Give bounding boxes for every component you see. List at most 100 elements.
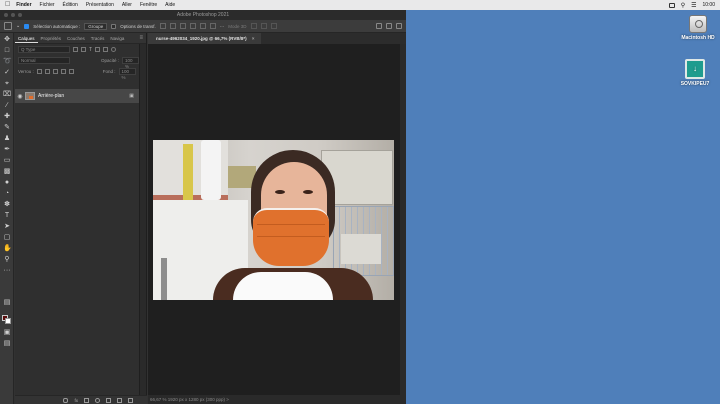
quick-mask-icon[interactable]: ▣ bbox=[3, 329, 11, 337]
auto-select-dropdown[interactable]: Groupe bbox=[84, 22, 108, 30]
close-button[interactable] bbox=[4, 13, 8, 17]
move-tool-icon[interactable]: ✥ bbox=[3, 36, 11, 44]
3d-pan-icon[interactable] bbox=[270, 23, 277, 29]
clone-stamp-tool-icon[interactable]: ♟ bbox=[3, 135, 11, 143]
type-tool-icon[interactable]: T bbox=[3, 212, 11, 220]
lock-transparent-icon[interactable] bbox=[36, 69, 42, 74]
search-icon[interactable]: ⚲ bbox=[681, 2, 685, 9]
marquee-tool-icon[interactable]: □ bbox=[3, 47, 11, 55]
menu-finder[interactable]: Finder bbox=[16, 2, 31, 8]
tab-calques[interactable]: Calques bbox=[15, 34, 38, 43]
new-layer-icon[interactable] bbox=[117, 397, 122, 403]
new-group-icon[interactable] bbox=[106, 397, 111, 403]
eraser-tool-icon[interactable]: ▭ bbox=[3, 157, 11, 165]
brush-tool-icon[interactable]: ✎ bbox=[3, 124, 11, 132]
gradient-tool-icon[interactable]: ▩ bbox=[3, 168, 11, 176]
document-image[interactable] bbox=[153, 140, 394, 300]
rectangle-tool-icon[interactable]: ▢ bbox=[3, 234, 11, 242]
eyedropper-tool-icon[interactable]: ∕ bbox=[3, 102, 11, 110]
crop-tool-icon[interactable]: ⌖ bbox=[3, 80, 11, 88]
menu-aller[interactable]: Aller bbox=[122, 2, 132, 8]
opacity-input[interactable]: 100 % bbox=[122, 57, 140, 69]
filter-smart-object-icon[interactable] bbox=[103, 47, 109, 52]
close-tab-icon[interactable]: × bbox=[252, 36, 255, 41]
document-tab[interactable]: nurse-4962034_1920.jpg @ 66,7% (RVB/8*) … bbox=[148, 33, 261, 44]
align-top-icon[interactable] bbox=[189, 23, 196, 29]
align-left-icon[interactable] bbox=[159, 23, 166, 29]
align-center-icon[interactable] bbox=[169, 23, 176, 29]
filter-pixel-icon[interactable] bbox=[73, 47, 78, 52]
auto-select-checkbox[interactable] bbox=[24, 23, 30, 29]
default-colors-icon[interactable]: ▤ bbox=[3, 299, 11, 307]
healing-brush-tool-icon[interactable]: ✚ bbox=[3, 113, 11, 121]
menu-aide[interactable]: Aide bbox=[165, 2, 175, 8]
minimize-button[interactable] bbox=[11, 13, 15, 17]
lock-all-icon[interactable] bbox=[68, 69, 74, 74]
panel-menu-icon[interactable]: ≡ bbox=[139, 35, 143, 41]
apple-menu-icon[interactable]:  bbox=[5, 0, 10, 10]
menu-fichier[interactable]: Fichier bbox=[40, 2, 55, 8]
blend-mode-dropdown[interactable]: Normal bbox=[18, 57, 70, 64]
lock-image-icon[interactable] bbox=[44, 69, 50, 74]
tools-panel: ✥ □ ➰ ✓ ⌖ ⌧ ∕ ✚ ✎ ♟ ✒ ▭ ▩ ● ◔ ✽ T ➤ ▢ ✋ … bbox=[0, 33, 14, 404]
edit-toolbar-icon[interactable]: ··· bbox=[3, 267, 11, 275]
tab-couches[interactable]: Couches bbox=[64, 34, 88, 43]
share-icon[interactable] bbox=[396, 23, 402, 29]
move-tool-preset-icon[interactable] bbox=[4, 22, 12, 30]
desktop-icon-installer[interactable]: ↓ SOVKIPEU7 bbox=[665, 59, 720, 87]
dodge-tool-icon[interactable]: ◔ bbox=[3, 190, 11, 198]
align-middle-icon[interactable] bbox=[199, 23, 206, 29]
transform-controls-checkbox[interactable] bbox=[111, 23, 117, 29]
zoom-button[interactable] bbox=[18, 13, 22, 17]
chevron-down-icon[interactable]: ⌄ bbox=[16, 23, 20, 29]
filter-toggle-icon[interactable] bbox=[111, 47, 117, 52]
history-brush-tool-icon[interactable]: ✒ bbox=[3, 146, 11, 154]
filter-shape-icon[interactable] bbox=[95, 47, 101, 52]
layer-kind-filter[interactable]: Q Type bbox=[18, 46, 70, 53]
more-options-icon[interactable]: ··· bbox=[220, 24, 225, 29]
control-center-icon[interactable]: ☰ bbox=[691, 2, 696, 9]
menu-fenetre[interactable]: Fenêtre bbox=[140, 2, 157, 8]
tab-proprietes[interactable]: Propriétés bbox=[38, 34, 65, 43]
filter-type-icon[interactable]: T bbox=[89, 47, 92, 53]
tab-navigateur[interactable]: Naviga bbox=[107, 34, 127, 43]
path-selection-tool-icon[interactable]: ➤ bbox=[3, 223, 11, 231]
menu-presentation[interactable]: Présentation bbox=[86, 2, 114, 8]
layer-name[interactable]: Arrière-plan bbox=[38, 93, 64, 99]
layer-row[interactable]: ◉ Arrière-plan ▣ bbox=[15, 89, 140, 103]
layer-style-button[interactable]: fx bbox=[74, 398, 78, 403]
canvas-scrollbar[interactable] bbox=[400, 44, 406, 404]
fill-input[interactable]: 100 % bbox=[118, 68, 136, 80]
3d-rotate-icon[interactable] bbox=[250, 23, 257, 29]
lock-row: Verrou : Fond : 100 % bbox=[15, 66, 146, 80]
3d-roll-icon[interactable] bbox=[260, 23, 267, 29]
search-icon[interactable] bbox=[376, 23, 382, 29]
screen-mode-icon[interactable]: ▤ bbox=[3, 340, 11, 348]
filter-adjustment-icon[interactable] bbox=[81, 47, 86, 52]
menu-clock[interactable]: 10:00 bbox=[702, 2, 715, 8]
workspace-icon[interactable] bbox=[386, 23, 392, 29]
blur-tool-icon[interactable]: ● bbox=[3, 179, 11, 187]
background-color-swatch[interactable] bbox=[5, 318, 11, 324]
adjustment-layer-icon[interactable] bbox=[95, 397, 100, 403]
zoom-tool-icon[interactable]: ⚲ bbox=[3, 256, 11, 264]
desktop-icon-macintosh-hd[interactable]: Macintosh HD bbox=[668, 15, 720, 41]
lock-position-icon[interactable] bbox=[52, 69, 58, 74]
visibility-eye-icon[interactable]: ◉ bbox=[15, 93, 25, 100]
add-mask-icon[interactable] bbox=[84, 397, 89, 403]
delete-layer-icon[interactable] bbox=[128, 397, 133, 403]
tab-traces[interactable]: Tracés bbox=[88, 34, 108, 43]
align-bottom-icon[interactable] bbox=[209, 23, 216, 29]
display-icon[interactable] bbox=[668, 2, 675, 8]
quick-selection-tool-icon[interactable]: ✓ bbox=[3, 69, 11, 77]
lock-artboard-icon[interactable] bbox=[60, 69, 66, 74]
lasso-tool-icon[interactable]: ➰ bbox=[3, 58, 12, 66]
link-layers-icon[interactable] bbox=[63, 397, 69, 403]
pen-tool-icon[interactable]: ✽ bbox=[3, 201, 11, 209]
menu-edition[interactable]: Édition bbox=[63, 2, 78, 8]
auto-select-label: Sélection automatique : bbox=[33, 23, 81, 29]
frame-tool-icon[interactable]: ⌧ bbox=[3, 91, 11, 99]
hand-tool-icon[interactable]: ✋ bbox=[3, 245, 12, 253]
panel-scrollbar[interactable] bbox=[139, 44, 146, 404]
align-right-icon[interactable] bbox=[179, 23, 186, 29]
